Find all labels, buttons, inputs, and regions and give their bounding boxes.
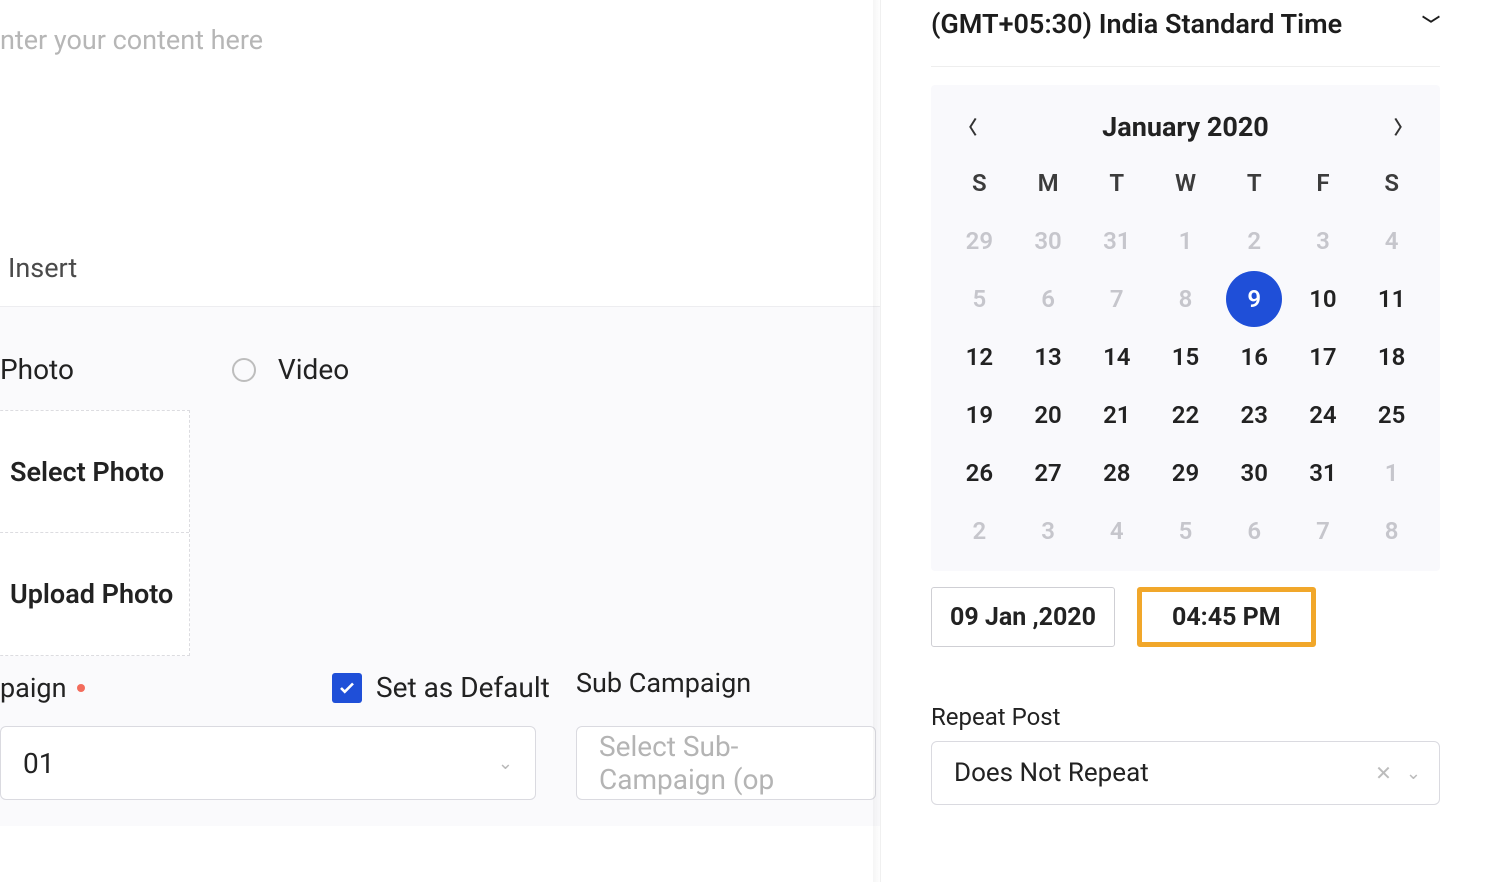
calendar-day[interactable]: 1 [1151,227,1220,255]
calendar-day[interactable]: 6 [1220,517,1289,545]
calendar-day[interactable]: 12 [945,343,1014,371]
calendar-day[interactable]: 17 [1289,343,1358,371]
calendar-day[interactable]: 13 [1014,343,1083,371]
calendar-day[interactable]: 3 [1014,517,1083,545]
calendar-day[interactable]: 1 [1357,459,1426,487]
calendar-day[interactable]: 8 [1151,285,1220,313]
calendar-day[interactable]: 3 [1289,227,1358,255]
calendar-day[interactable]: 25 [1357,401,1426,429]
calendar-day[interactable]: 31 [1082,227,1151,255]
calendar-day[interactable]: 29 [1151,459,1220,487]
calendar-day[interactable]: 5 [945,285,1014,313]
calendar-day[interactable]: 2 [945,517,1014,545]
calendar-day[interactable]: 2 [1220,227,1289,255]
calendar-dow: S [945,169,1014,197]
calendar-day[interactable]: 4 [1082,517,1151,545]
calendar-day[interactable]: 4 [1357,227,1426,255]
time-input[interactable]: 04:45 PM [1137,587,1316,647]
calendar-dow: W [1151,169,1220,197]
campaign-value: 01 [23,747,54,780]
subcampaign-label: Sub Campaign [576,667,751,699]
timezone-select[interactable]: (GMT+05:30) India Standard Time ﹀ [931,0,1440,67]
check-icon [338,679,356,697]
campaign-label: paign [0,672,67,704]
chevron-down-icon: ﹀ [1422,11,1440,37]
calendar-day[interactable]: 15 [1151,343,1220,371]
calendar-day[interactable]: 14 [1082,343,1151,371]
calendar-day[interactable]: 27 [1014,459,1083,487]
set-default-label: Set as Default [376,671,550,704]
calendar-day[interactable]: 29 [945,227,1014,255]
insert-button[interactable]: Insert [8,252,77,284]
calendar-day[interactable]: 6 [1014,285,1083,313]
subcampaign-placeholder: Select Sub-Campaign (op [599,730,853,796]
calendar-prev-button[interactable]: 〈 [959,114,977,140]
calendar-day[interactable]: 30 [1014,227,1083,255]
calendar-dow: S [1357,169,1426,197]
select-photo-button[interactable]: Select Photo [0,411,189,533]
upload-photo-button[interactable]: Upload Photo [0,533,189,655]
calendar-day[interactable]: 11 [1357,285,1426,313]
calendar-day[interactable]: 5 [1151,517,1220,545]
repeat-label: Repeat Post [931,703,1440,731]
calendar-dow: T [1082,169,1151,197]
calendar-day[interactable]: 30 [1220,459,1289,487]
calendar-day[interactable]: 23 [1220,401,1289,429]
calendar-day[interactable]: 7 [1289,517,1358,545]
calendar-day[interactable]: 8 [1357,517,1426,545]
video-radio-label: Video [278,353,349,386]
calendar-day[interactable]: 31 [1289,459,1358,487]
subcampaign-select[interactable]: Select Sub-Campaign (op [576,726,876,800]
content-textarea[interactable]: nter your content here [0,24,870,56]
chevron-down-icon: ⌄ [498,753,513,774]
calendar-day[interactable]: 19 [945,401,1014,429]
timezone-label: (GMT+05:30) India Standard Time [931,8,1342,40]
photo-radio-label: Photo [0,353,74,386]
date-input[interactable]: 09 Jan ,2020 [931,587,1115,647]
chevron-down-icon: ⌄ [1406,763,1421,784]
video-radio[interactable] [232,358,256,382]
calendar-dow: F [1289,169,1358,197]
calendar-day[interactable]: 16 [1220,343,1289,371]
calendar-month-title: January 2020 [1102,111,1269,143]
calendar-day[interactable]: 22 [1151,401,1220,429]
calendar-day[interactable]: 21 [1082,401,1151,429]
clear-icon[interactable]: ✕ [1375,761,1392,785]
calendar: 〈 January 2020 〉 SMTWTFS2930311234567891… [931,85,1440,571]
calendar-day[interactable]: 26 [945,459,1014,487]
calendar-day[interactable]: 20 [1014,401,1083,429]
calendar-day[interactable]: 18 [1357,343,1426,371]
calendar-day[interactable]: 10 [1289,285,1358,313]
campaign-select[interactable]: 01 ⌄ [0,726,536,800]
required-dot-icon [77,684,85,692]
calendar-dow: T [1220,169,1289,197]
repeat-select[interactable]: Does Not Repeat ✕ ⌄ [931,741,1440,805]
calendar-day[interactable]: 9 [1220,285,1289,313]
calendar-day[interactable]: 28 [1082,459,1151,487]
calendar-dow: M [1014,169,1083,197]
set-default-checkbox[interactable] [332,673,362,703]
calendar-next-button[interactable]: 〉 [1394,114,1412,140]
repeat-value: Does Not Repeat [954,758,1149,788]
calendar-day[interactable]: 7 [1082,285,1151,313]
photo-picker-box: Select Photo Upload Photo [0,410,190,656]
calendar-day[interactable]: 24 [1289,401,1358,429]
